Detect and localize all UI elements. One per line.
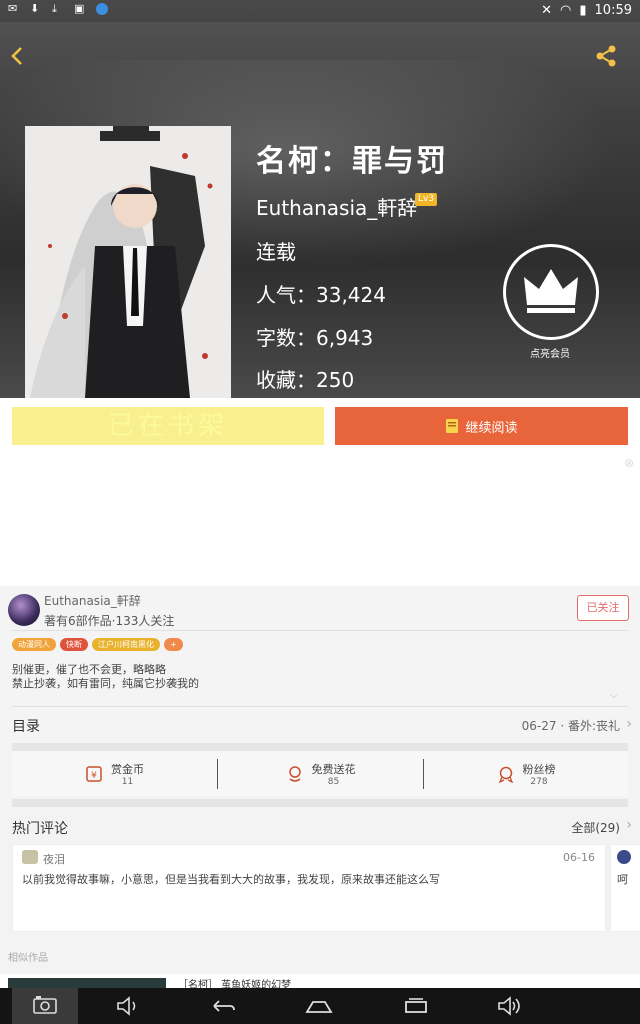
recents-icon[interactable] [402, 994, 430, 1018]
app-icon [96, 3, 108, 15]
author-subtitle: 著有6部作品·133人关注 [44, 614, 175, 628]
image-icon: ▣ [74, 2, 85, 15]
all-comments-link[interactable]: 全部(29) [571, 819, 620, 836]
mail-icon: ✉ [8, 2, 18, 15]
comment-card[interactable]: 呵 [610, 844, 640, 932]
tag[interactable]: 动漫同人 [12, 638, 56, 651]
vip-label: 点亮会员 [530, 349, 570, 360]
stat-label: 赏金币 [111, 762, 144, 776]
toc-latest-chapter: 06-27 · 番外:丧礼 [521, 719, 620, 733]
continue-reading-button[interactable]: 继续阅读 [335, 407, 628, 445]
book-author[interactable]: Euthanasia_軒辞 [256, 192, 417, 221]
svg-text:¥: ¥ [91, 771, 97, 781]
comment-card[interactable]: 夜泪 06-16 以前我觉得故事嘛，小意思，但是当我看到大大的故事，我发现，原来… [12, 844, 606, 932]
system-nav-bar [0, 988, 640, 1024]
medal-icon [497, 765, 515, 784]
stat-value: 11 [121, 776, 134, 787]
intro-line: 禁止抄袭，如有雷同，纯属它抄袭我的 [12, 677, 199, 690]
divider [12, 743, 628, 751]
ad-close-icon[interactable]: ⊗ [624, 456, 634, 470]
tag-list: 动漫同人 快断 江户川柯南黑化 + [12, 638, 183, 651]
comment-text: 以前我觉得故事嘛，小意思，但是当我看到大大的故事，我发现，原来故事还能这么写 [22, 873, 440, 886]
continue-reading-label: 继续阅读 [465, 420, 518, 436]
stat-label: 免费送花 [311, 762, 356, 776]
book-icon [446, 419, 459, 433]
back-icon[interactable] [208, 994, 236, 1018]
book-popularity: 人气：33,424 [256, 283, 386, 307]
similar-work-item[interactable]: ［名柯］ 茧鱼妖姬的幻梦 [0, 974, 640, 991]
book-title: 名柯：罪与罚 [256, 144, 448, 179]
home-icon[interactable] [305, 994, 333, 1018]
divider [12, 799, 628, 807]
stat-value: 85 [327, 776, 340, 787]
coin-icon: ¥ [85, 765, 103, 783]
volume-up-icon[interactable] [496, 994, 524, 1018]
chevron-right-icon: › [626, 817, 632, 833]
intro-line: 别催更，催了也不会更，略略略 [12, 663, 166, 676]
book-cover [25, 126, 231, 398]
chevron-right-icon: › [626, 716, 632, 732]
comment-date: 06-16 [563, 851, 595, 864]
volume-down-icon[interactable] [114, 994, 142, 1018]
author-section: Euthanasia_軒辞 著有6部作品·133人关注 已关注 动漫同人 快断 … [0, 586, 640, 706]
reward-coins-button[interactable]: ¥ 赏金币 11 [12, 751, 217, 797]
divider [12, 630, 628, 631]
share-icon[interactable] [592, 42, 620, 70]
hot-comments-header[interactable]: 热门评论 全部(29) › [0, 808, 640, 844]
flower-icon [286, 765, 304, 783]
followed-button[interactable]: 已关注 [577, 595, 629, 621]
ad-area: ⊗ [0, 454, 640, 586]
download-icon: ⬇ [30, 2, 40, 15]
fan-ranking-button[interactable]: 粉丝榜 278 [424, 751, 628, 797]
screenshot-button[interactable] [12, 988, 78, 1024]
book-word-count: 字数：6,943 [256, 326, 374, 350]
toc-title: 目录 [12, 719, 40, 735]
send-flower-button[interactable]: 免费送花 85 [218, 751, 423, 797]
comment-user[interactable]: 夜泪 [43, 851, 65, 867]
back-chevron-icon[interactable] [4, 42, 32, 70]
author-name[interactable]: Euthanasia_軒辞 [44, 592, 141, 609]
avatar[interactable] [617, 850, 631, 864]
status-bar: ✉ ⬇ ⤓ ▣ ✕ ◠ ▮ 10:59 [0, 0, 640, 22]
stat-label: 粉丝榜 [522, 762, 556, 776]
avatar[interactable] [22, 850, 38, 864]
author-level-badge: Lv3 [415, 193, 438, 206]
download-done-icon: ⤓ [52, 2, 57, 15]
book-status: 连载 [256, 240, 296, 264]
in-bookshelf-button[interactable]: 已在书架 [12, 407, 324, 445]
similar-work-cover [8, 978, 166, 988]
wifi-icon: ◠ [560, 3, 572, 18]
expand-intro-icon[interactable]: ⌵ [610, 690, 618, 701]
system-icons: ✕ ◠ ▮ 10:59 [541, 3, 632, 18]
notification-icons: ✉ ⬇ ⤓ ▣ [8, 3, 108, 15]
stats-bar: ¥ 赏金币 11 免费送花 85 粉丝榜 278 [12, 751, 628, 797]
tag[interactable]: 江户川柯南黑化 [92, 638, 160, 651]
mute-icon: ✕ [541, 3, 553, 18]
book-favorites: 收藏：250 [256, 368, 355, 392]
tag[interactable]: 快断 [60, 638, 88, 651]
crown-icon [524, 269, 578, 313]
hot-comments-title: 热门评论 [12, 821, 68, 837]
comment-text: 呵 [617, 873, 628, 886]
screenshot-icon [33, 996, 57, 1014]
toc-row[interactable]: 目录 06-27 · 番外:丧礼 › [0, 707, 640, 743]
action-bar: 已在书架 继续阅读 [0, 398, 640, 454]
avatar[interactable] [8, 594, 40, 626]
similar-works-title: 相似作品 [8, 953, 48, 964]
vip-button[interactable] [503, 244, 599, 340]
book-intro: 别催更，催了也不会更，略略略 禁止抄袭，如有雷同，纯属它抄袭我的 [12, 663, 199, 691]
clock: 10:59 [594, 3, 632, 18]
stat-value: 278 [530, 776, 548, 787]
battery-icon: ▮ [579, 3, 587, 18]
add-tag-button[interactable]: + [164, 638, 183, 651]
